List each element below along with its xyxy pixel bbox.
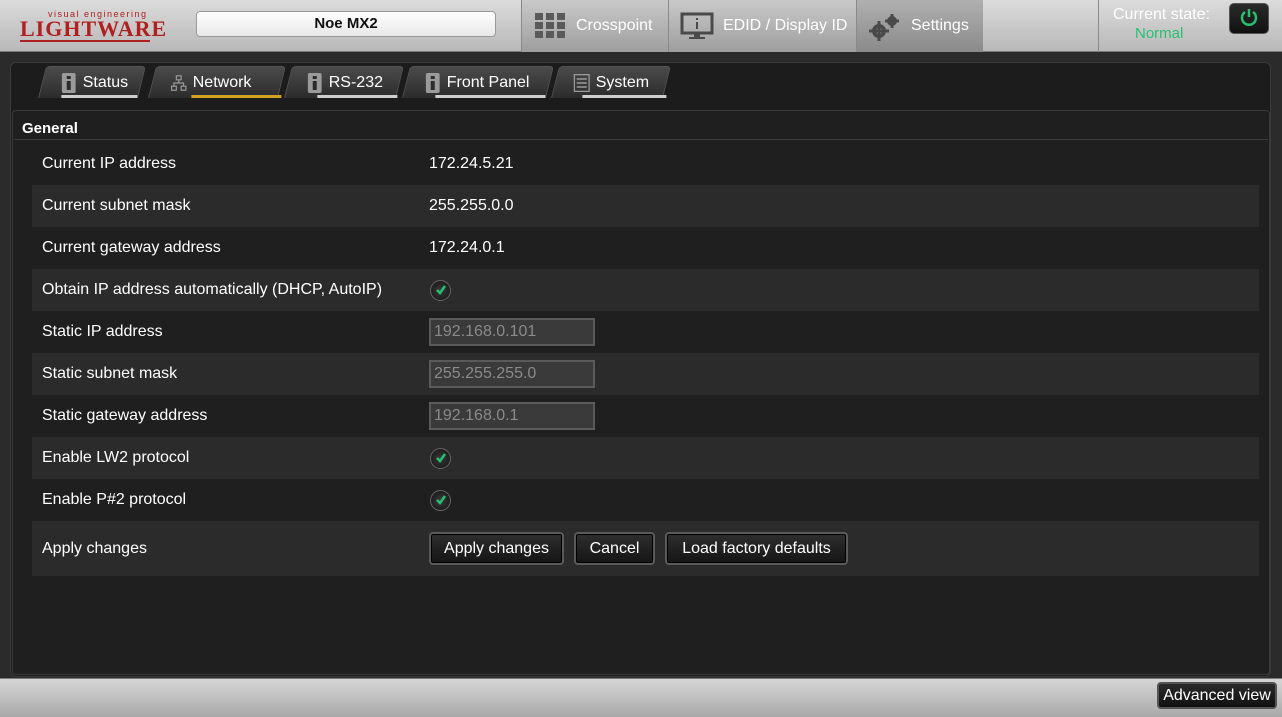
power-icon [1239, 7, 1259, 31]
static-mask-input[interactable]: 255.255.255.0 [429, 360, 595, 388]
section-divider [14, 139, 1268, 140]
info-icon [61, 72, 77, 93]
row-static-ip: Static IP address 192.168.0.101 [32, 311, 1259, 353]
static-ip-input[interactable]: 192.168.0.101 [429, 318, 595, 346]
current-state-label: Current state: [1113, 6, 1210, 23]
settings-tabs: Status Network RS-232 Front Panel System [12, 64, 1270, 98]
row-apply: Apply changes Apply changes Cancel Load … [32, 521, 1259, 576]
lw2-checkbox[interactable] [430, 447, 451, 469]
row-dhcp: Obtain IP address automatically (DHCP, A… [32, 269, 1259, 311]
info-icon [425, 72, 441, 93]
row-static-gateway: Static gateway address 192.168.0.1 [32, 395, 1259, 437]
current-gateway-label: Current gateway address [42, 239, 221, 256]
advanced-view-button[interactable]: Advanced view [1157, 682, 1277, 709]
monitor-icon [679, 11, 715, 41]
tab-network[interactable]: Network [148, 66, 286, 98]
bottom-bar [0, 678, 1282, 717]
info-icon [307, 72, 323, 93]
check-icon [435, 495, 446, 505]
dhcp-checkbox[interactable] [430, 279, 451, 301]
section-title: General [22, 120, 78, 137]
gears-icon [867, 11, 903, 41]
current-ip-label: Current IP address [42, 155, 176, 172]
apply-row-label: Apply changes [42, 539, 147, 557]
nav-edid[interactable]: EDID / Display ID [668, 0, 856, 52]
device-name-field[interactable]: Noe MX2 [196, 11, 496, 37]
power-button[interactable] [1229, 3, 1269, 34]
tab-system[interactable]: System [551, 66, 671, 98]
nav-edid-label: EDID / Display ID [723, 17, 848, 34]
check-icon [435, 453, 446, 463]
nav-crosspoint[interactable]: Crosspoint [521, 0, 668, 52]
static-gateway-label: Static gateway address [42, 407, 208, 424]
row-static-mask: Static subnet mask 255.255.255.0 [32, 353, 1259, 395]
static-ip-label: Static IP address [42, 323, 163, 340]
tab-rs232[interactable]: RS-232 [284, 66, 404, 98]
row-current-mask: Current subnet mask 255.255.0.0 [32, 185, 1259, 227]
current-mask-value: 255.255.0.0 [429, 197, 514, 214]
current-ip-value: 172.24.5.21 [429, 155, 514, 172]
tab-front-panel[interactable]: Front Panel [402, 66, 554, 98]
static-mask-label: Static subnet mask [42, 365, 178, 382]
cancel-button[interactable]: Cancel [574, 532, 655, 565]
tab-status[interactable]: Status [38, 66, 146, 98]
current-mask-label: Current subnet mask [42, 197, 191, 214]
network-icon [171, 73, 187, 93]
nav-crosspoint-label: Crosspoint [576, 17, 653, 34]
row-lw2: Enable LW2 protocol [32, 437, 1259, 479]
row-current-gateway: Current gateway address 172.24.0.1 [32, 227, 1259, 269]
p2-label: Enable P#2 protocol [42, 491, 187, 508]
nav-settings[interactable]: Settings [856, 0, 983, 52]
lightware-logo: visual engineering LIGHTWARE [20, 9, 168, 42]
list-icon [573, 73, 590, 93]
check-icon [435, 285, 446, 295]
row-p2: Enable P#2 protocol [32, 479, 1259, 521]
apply-changes-button[interactable]: Apply changes [429, 532, 564, 565]
nav-settings-label: Settings [911, 17, 969, 34]
current-state-value: Normal [1135, 25, 1184, 42]
lw2-label: Enable LW2 protocol [42, 449, 190, 466]
dhcp-label: Obtain IP address automatically (DHCP, A… [42, 281, 383, 298]
row-current-ip: Current IP address 172.24.5.21 [32, 143, 1259, 185]
static-gateway-input[interactable]: 192.168.0.1 [429, 402, 595, 430]
current-gateway-value: 172.24.0.1 [429, 239, 505, 256]
current-state: Current state: Normal [1098, 0, 1218, 52]
load-factory-defaults-button[interactable]: Load factory defaults [665, 532, 848, 565]
p2-checkbox[interactable] [430, 489, 451, 511]
grid-icon [532, 11, 568, 41]
